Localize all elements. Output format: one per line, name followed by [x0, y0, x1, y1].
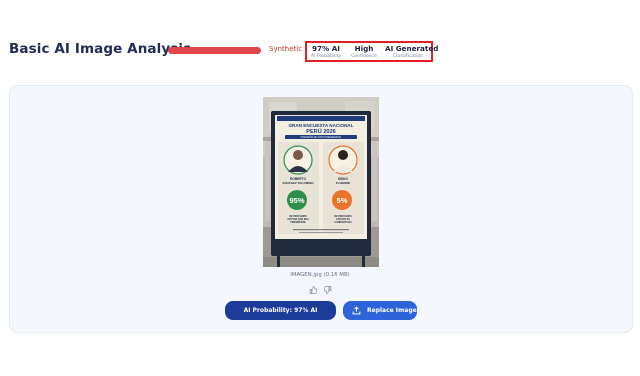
poster-subheading: INTENCIÓN DE VOTO PRESIDENCIAL: [300, 136, 342, 139]
candidate-caption: CANDIDATURA: [334, 221, 352, 224]
candidate-percent: 95%: [289, 196, 304, 205]
ai-probability-button[interactable]: AI Probability: 97% AI: [225, 301, 336, 320]
billboard-photo: GRAN ENCUESTA NACIONAL PERÚ 2026 INTENCI…: [263, 97, 379, 267]
stat-value: 97% AI: [312, 44, 340, 53]
result-label: Synthetic: [269, 45, 303, 53]
stat-value: High: [354, 44, 374, 53]
stat-label: Confidence: [351, 54, 377, 59]
replace-image-button[interactable]: Replace Image: [343, 301, 417, 320]
candidate-percent: 5%: [337, 196, 348, 205]
replace-image-label: Replace Image: [367, 307, 417, 314]
stat-classification: AI Generated Classification: [385, 44, 439, 59]
stat-label: Classification: [392, 54, 424, 59]
file-name: IMAGEN.jpg (0.16 MB): [290, 272, 350, 278]
stats-summary: 97% AI AI Probability High Confidence AI…: [305, 41, 439, 62]
poster-heading: GRAN ENCUESTA NACIONAL: [288, 123, 353, 128]
candidate-caption: PRESIDENTE: [290, 221, 306, 224]
candidate-surname: FUJIMORI: [336, 181, 351, 185]
stat-confidence: High Confidence: [347, 44, 381, 59]
stat-label: AI Probability: [310, 54, 342, 59]
ai-probability-bar: [168, 47, 261, 54]
poster-heading-year: PERÚ 2026: [306, 128, 336, 135]
stat-ai-probability: 97% AI AI Probability: [309, 44, 343, 59]
uploaded-image: GRAN ENCUESTA NACIONAL PERÚ 2026 INTENCI…: [263, 97, 379, 267]
candidate-surname: SÁNCHEZ PALOMINO: [282, 180, 314, 185]
page-title: Basic AI Image Analysis: [9, 41, 192, 57]
thumbs-down-icon[interactable]: [323, 286, 332, 296]
thumbs-up-icon[interactable]: [309, 286, 318, 296]
stat-value: AI Generated: [385, 44, 439, 53]
header: Basic AI Image Analysis Synthetic 97% AI…: [0, 0, 640, 80]
upload-icon: [352, 306, 361, 315]
